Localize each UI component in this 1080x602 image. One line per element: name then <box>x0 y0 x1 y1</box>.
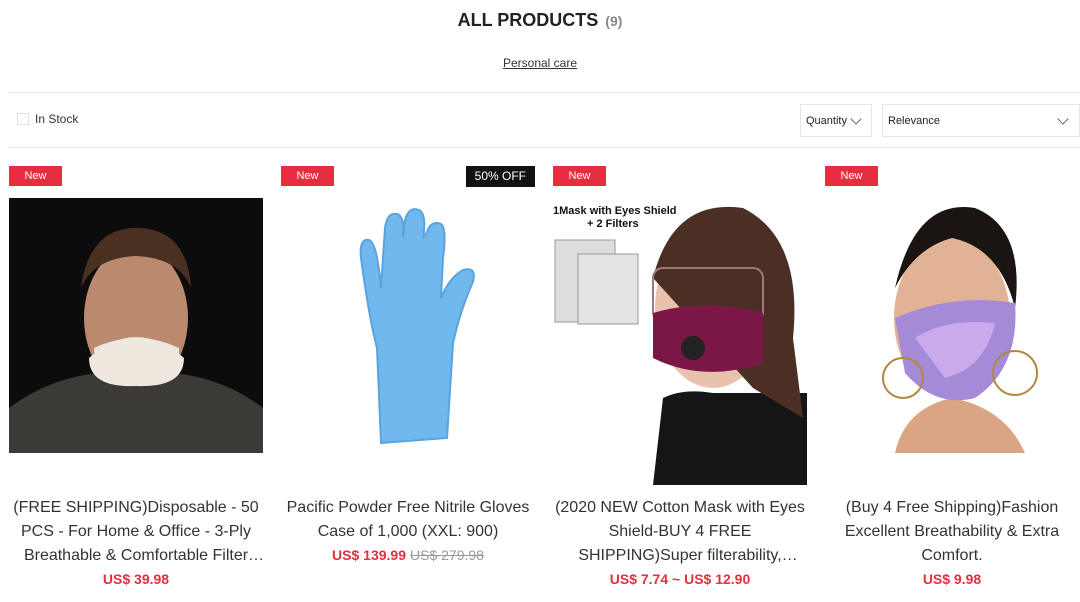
divider <box>8 92 1080 93</box>
chevron-down-icon <box>1057 113 1069 125</box>
breadcrumb: Personal care <box>0 56 1080 70</box>
breadcrumb-link-personal-care[interactable]: Personal care <box>503 56 577 70</box>
price-current: US$ 7.74 ~ US$ 12.90 <box>609 571 751 587</box>
divider <box>8 147 1080 148</box>
product-price: US$ 9.98 <box>825 571 1079 587</box>
product-image[interactable] <box>825 198 1079 453</box>
page-title: ALL PRODUCTS (9) <box>0 10 1080 31</box>
product-price: US$ 7.74 ~ US$ 12.90 <box>553 571 807 587</box>
product-name[interactable]: Pacific Powder Free Nitrile Gloves Case … <box>281 496 535 544</box>
product-count: (9) <box>605 13 623 29</box>
image-caption: 1Mask with Eyes Shield <box>553 205 677 217</box>
new-badge: New <box>825 166 878 186</box>
in-stock-filter[interactable]: In Stock <box>17 112 78 126</box>
product-price: US$ 139.99 US$ 279.98 <box>281 547 535 563</box>
image-caption: + 2 Filters <box>587 218 639 230</box>
price-current: US$ 39.98 <box>102 571 170 587</box>
sort-label: Relevance <box>888 114 940 127</box>
product-price: US$ 39.98 <box>9 571 263 587</box>
discount-badge: 50% OFF <box>465 166 535 187</box>
product-image[interactable] <box>281 198 535 453</box>
product-image[interactable] <box>9 198 263 453</box>
sort-select[interactable]: Relevance <box>882 104 1080 137</box>
checkbox[interactable] <box>17 113 29 125</box>
price-current: US$ 139.99 <box>332 547 406 563</box>
quantity-label: Quantity <box>806 114 847 127</box>
new-badge: New <box>9 166 62 186</box>
quantity-select[interactable]: Quantity <box>800 104 872 137</box>
price-original: US$ 279.98 <box>410 547 484 563</box>
title-text: ALL PRODUCTS <box>457 10 599 30</box>
product-name[interactable]: (FREE SHIPPING)Disposable - 50 PCS - For… <box>9 496 263 568</box>
new-badge: New <box>553 166 606 186</box>
product-name[interactable]: (2020 NEW Cotton Mask with Eyes Shield-B… <box>553 496 807 568</box>
product-image[interactable]: 1Mask with Eyes Shield + 2 Filters <box>553 198 807 485</box>
chevron-down-icon <box>850 113 862 125</box>
price-current: US$ 9.98 <box>922 571 982 587</box>
in-stock-label: In Stock <box>35 112 79 126</box>
product-name[interactable]: (Buy 4 Free Shipping)Fashion Excellent B… <box>825 496 1079 568</box>
new-badge: New <box>281 166 334 186</box>
